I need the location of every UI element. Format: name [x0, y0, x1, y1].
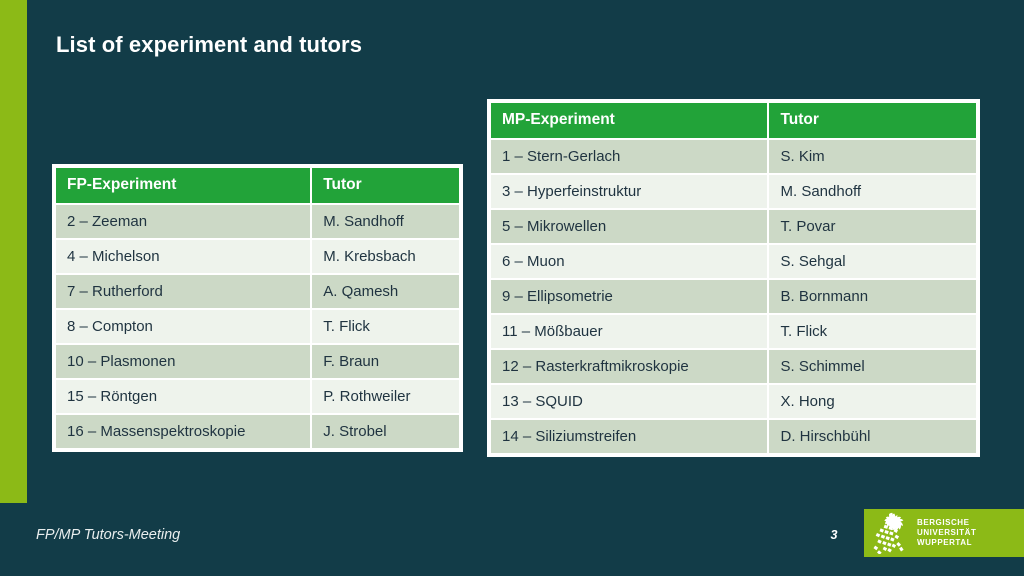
left-accent-bar [0, 0, 27, 503]
cell-tutor: F. Braun [312, 345, 459, 378]
cell-experiment: 6 – Muon [491, 245, 768, 278]
table-header-row: MP-Experiment Tutor [491, 103, 976, 138]
cell-experiment: 7 – Rutherford [56, 275, 311, 308]
page-title: List of experiment and tutors [56, 32, 363, 57]
logo-line-3: WUPPERTAL [917, 538, 973, 548]
table-row: 4 – Michelson M. Krebsbach [56, 240, 459, 273]
table-row: 12 – Rasterkraftmikroskopie S. Schimmel [491, 350, 976, 383]
table-row: 13 – SQUID X. Hong [491, 385, 976, 418]
cell-experiment: 13 – SQUID [491, 385, 768, 418]
table-row: 7 – Rutherford A. Qamesh [56, 275, 459, 308]
table-row: 5 – Mikrowellen T. Povar [491, 210, 976, 243]
cell-experiment: 8 – Compton [56, 310, 311, 343]
cell-experiment: 4 – Michelson [56, 240, 311, 273]
cell-tutor: S. Kim [769, 140, 976, 173]
column-header-experiment: FP-Experiment [56, 168, 311, 203]
cell-tutor: M. Sandhoff [769, 175, 976, 208]
fp-experiment-table: FP-Experiment Tutor 2 – Zeeman M. Sandho… [52, 164, 463, 452]
table-row: 15 – Röntgen P. Rothweiler [56, 380, 459, 413]
column-header-tutor: Tutor [769, 103, 976, 138]
cell-experiment: 16 – Massenspektroskopie [56, 415, 311, 448]
cell-experiment: 11 – Mößbauer [491, 315, 768, 348]
cell-tutor: A. Qamesh [312, 275, 459, 308]
cell-experiment: 2 – Zeeman [56, 205, 311, 238]
cell-tutor: M. Sandhoff [312, 205, 459, 238]
column-header-experiment: MP-Experiment [491, 103, 768, 138]
logo-wordmark: BERGISCHE UNIVERSITÄT WUPPERTAL [917, 518, 976, 549]
table-row: 10 – Plasmonen F. Braun [56, 345, 459, 378]
cell-experiment: 5 – Mikrowellen [491, 210, 768, 243]
table-row: 9 – Ellipsometrie B. Bornmann [491, 280, 976, 313]
cell-tutor: X. Hong [769, 385, 976, 418]
cell-experiment: 10 – Plasmonen [56, 345, 311, 378]
slide-canvas: List of experiment and tutors FP-Experim… [0, 0, 1024, 576]
table-row: 14 – Siliziumstreifen D. Hirschbühl [491, 420, 976, 453]
mp-experiment-table: MP-Experiment Tutor 1 – Stern-Gerlach S.… [487, 99, 980, 457]
cell-experiment: 3 – Hyperfeinstruktur [491, 175, 768, 208]
fp-table-body: 2 – Zeeman M. Sandhoff 4 – Michelson M. … [56, 205, 459, 448]
cell-experiment: 15 – Röntgen [56, 380, 311, 413]
table-header-row: FP-Experiment Tutor [56, 168, 459, 203]
table-row: 3 – Hyperfeinstruktur M. Sandhoff [491, 175, 976, 208]
cell-experiment: 9 – Ellipsometrie [491, 280, 768, 313]
table-row: 1 – Stern-Gerlach S. Kim [491, 140, 976, 173]
table-row: 2 – Zeeman M. Sandhoff [56, 205, 459, 238]
cell-tutor: S. Sehgal [769, 245, 976, 278]
logo-line-2: UNIVERSITÄT [917, 527, 977, 537]
cell-tutor: P. Rothweiler [312, 380, 459, 413]
cell-tutor: J. Strobel [312, 415, 459, 448]
cell-tutor: D. Hirschbühl [769, 420, 976, 453]
cell-tutor: T. Flick [769, 315, 976, 348]
cell-experiment: 12 – Rasterkraftmikroskopie [491, 350, 768, 383]
cell-experiment: 14 – Siliziumstreifen [491, 420, 768, 453]
table-row: 11 – Mößbauer T. Flick [491, 315, 976, 348]
cell-tutor: T. Povar [769, 210, 976, 243]
cell-tutor: M. Krebsbach [312, 240, 459, 273]
footer-label: FP/MP Tutors-Meeting [36, 527, 181, 543]
university-logo: BERGISCHE UNIVERSITÄT WUPPERTAL [864, 509, 1024, 557]
bergisch-lion-icon [873, 512, 904, 554]
cell-tutor: T. Flick [312, 310, 459, 343]
column-header-tutor: Tutor [312, 168, 459, 203]
cell-tutor: B. Bornmann [769, 280, 976, 313]
table-row: 6 – Muon S. Sehgal [491, 245, 976, 278]
cell-experiment: 1 – Stern-Gerlach [491, 140, 768, 173]
table-row: 8 – Compton T. Flick [56, 310, 459, 343]
page-number: 3 [830, 528, 838, 542]
table-row: 16 – Massenspektroskopie J. Strobel [56, 415, 459, 448]
logo-line-1: BERGISCHE [917, 517, 970, 527]
cell-tutor: S. Schimmel [769, 350, 976, 383]
mp-table-body: 1 – Stern-Gerlach S. Kim 3 – Hyperfeinst… [491, 140, 976, 453]
